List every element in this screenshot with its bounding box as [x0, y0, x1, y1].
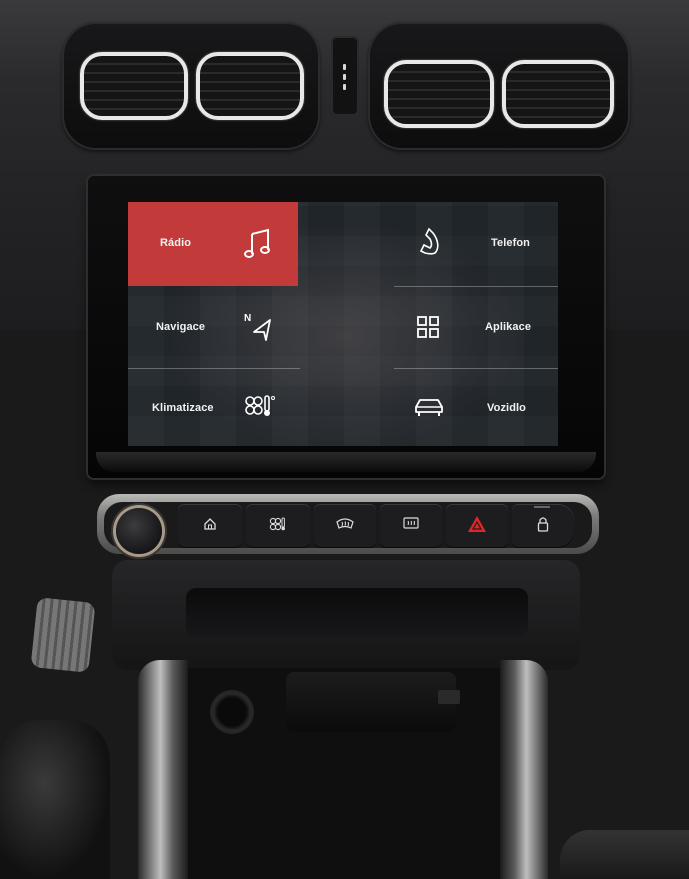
air-vent-4[interactable] [502, 60, 614, 128]
tile-telefon[interactable]: Telefon [393, 202, 558, 286]
home-icon [203, 517, 217, 536]
svg-text:N: N [244, 313, 251, 324]
passenger-seat [560, 830, 689, 879]
driver-shoe [0, 720, 110, 879]
divider-right-1 [394, 286, 558, 287]
air-vent-2[interactable] [196, 52, 304, 120]
fan-temperature-icon [244, 394, 276, 423]
lock-indicator-light [534, 506, 550, 508]
front-defrost-button[interactable] [314, 504, 376, 548]
hazard-center-vent [331, 36, 359, 116]
tile-aplikace-label: Aplikace [485, 321, 532, 333]
music-note-icon [244, 228, 272, 263]
hazard-button[interactable] [446, 504, 508, 548]
fan-icon [269, 517, 287, 536]
divider-left [128, 368, 300, 369]
apps-grid-icon [417, 316, 439, 343]
pedal [30, 597, 96, 673]
rear-defrost-button[interactable] [380, 504, 442, 548]
usb-port[interactable] [438, 690, 460, 704]
volume-knob[interactable] [116, 508, 162, 554]
door-lock-button[interactable] [512, 504, 574, 548]
tile-vozidlo-label: Vozidlo [487, 402, 526, 414]
car-icon [413, 396, 445, 423]
tile-radio-label: Rádio [160, 237, 192, 249]
cup-holder-area [286, 672, 456, 732]
power-socket[interactable] [210, 690, 254, 734]
tile-navigace-label: Navigace [156, 321, 206, 333]
divider-right-2 [394, 368, 558, 369]
chrome-trim-left [138, 660, 188, 879]
air-vent-1[interactable] [80, 52, 188, 120]
front-defrost-icon [336, 517, 354, 536]
tile-aplikace[interactable]: Aplikace [393, 288, 558, 368]
phone-icon [417, 227, 441, 260]
air-vent-3[interactable] [384, 60, 494, 128]
tile-navigace[interactable]: Navigace N [128, 288, 298, 368]
tile-radio[interactable]: Rádio [128, 202, 298, 286]
storage-tray[interactable] [186, 588, 528, 638]
tile-klimatizace[interactable]: Klimatizace [128, 370, 298, 446]
tile-vozidlo[interactable]: Vozidlo [393, 370, 558, 446]
chrome-trim-right [500, 660, 548, 879]
navigation-arrow-icon: N [244, 312, 274, 347]
climate-button[interactable] [246, 504, 310, 548]
door-lock-icon [537, 516, 549, 537]
tile-telefon-label: Telefon [491, 237, 530, 249]
hazard-warning-icon [467, 515, 487, 538]
home-button[interactable] [178, 504, 242, 548]
infotainment-screen: Rádio Telefon Navigace N Aplikace Klimat… [128, 202, 558, 446]
bezel-lip [96, 452, 596, 472]
tile-klimatizace-label: Klimatizace [152, 402, 214, 414]
rear-defrost-icon [402, 516, 420, 536]
